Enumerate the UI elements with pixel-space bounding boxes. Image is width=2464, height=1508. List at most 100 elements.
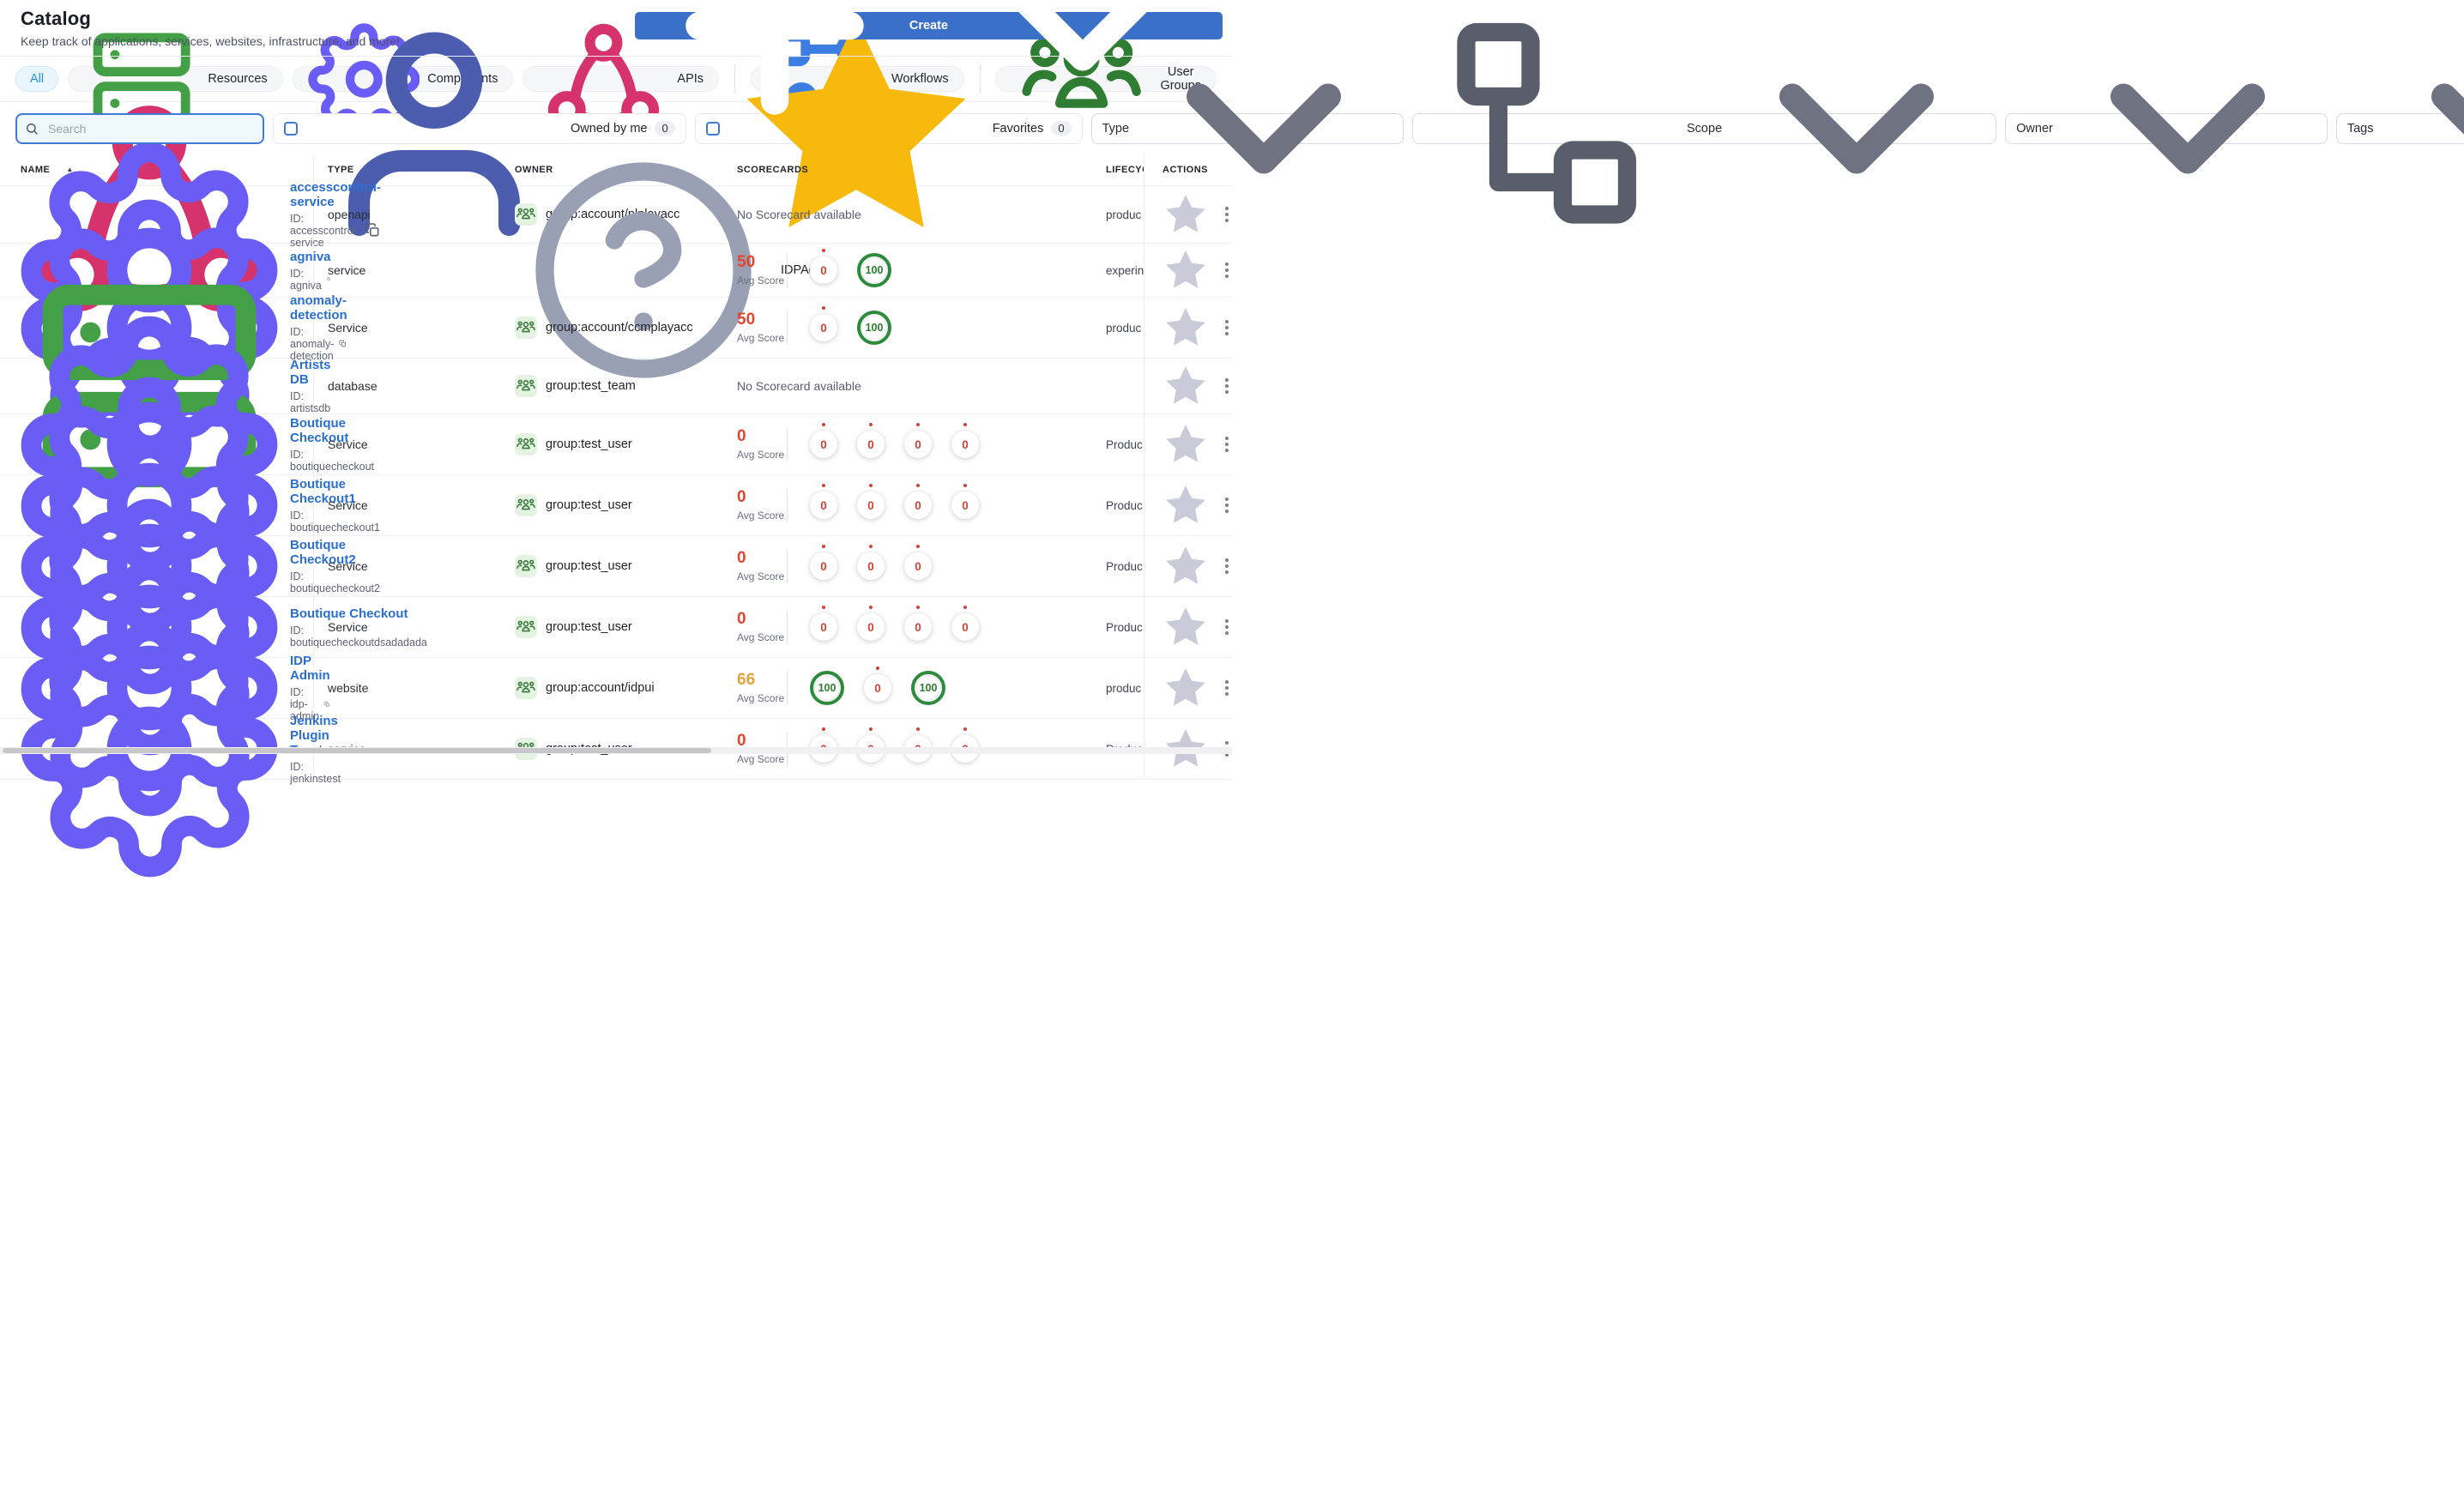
lifecycle-cell: Produc — [1106, 559, 1143, 573]
favorite-star-icon[interactable] — [1163, 421, 1209, 467]
favorite-star-icon[interactable] — [1163, 305, 1209, 351]
scorecards-cell: 66 Avg Score 100 0 100 — [732, 671, 1106, 705]
owner-text: group:test_user — [546, 437, 632, 451]
owner-dropdown[interactable]: Owner — [2005, 83, 2328, 173]
type-cell: Service — [328, 437, 368, 451]
favorite-star-icon[interactable] — [1163, 191, 1209, 238]
lifecycle-cell: Produc — [1106, 437, 1143, 451]
owned-by-me-filter[interactable]: Owned by me 0 — [273, 32, 686, 236]
scorecard-ring-value: 100 — [818, 682, 836, 694]
actions-cell — [1144, 244, 1232, 297]
avg-score: 0 Avg Score — [737, 610, 787, 643]
search-input[interactable] — [15, 112, 264, 144]
scorecards-cell: 0Avg Score 0000 — [732, 610, 1106, 644]
kebab-menu-icon[interactable] — [1222, 616, 1232, 638]
type-cell: website — [328, 681, 369, 695]
entity-name-link[interactable]: anomaly-detection — [290, 293, 347, 323]
divider — [787, 427, 788, 461]
entity-id-text: ID: boutiquecheckout2 — [290, 570, 380, 594]
avg-score-value: 0 — [737, 549, 746, 568]
owner-text: group:test_user — [546, 498, 632, 512]
scorecards-cell: 0Avg Score0000 — [732, 427, 1106, 461]
scorecard-rings: 0 0 0 0 — [810, 613, 979, 641]
kebab-menu-icon[interactable] — [1222, 433, 1232, 455]
avg-score: 0 Avg Score — [737, 488, 787, 522]
actions-cell — [1144, 298, 1232, 358]
scorecard-ring: 0 — [864, 674, 891, 702]
avg-score-value: 50 — [737, 311, 756, 329]
type-cell: database — [328, 379, 377, 393]
scope-dropdown[interactable]: Scope — [1412, 22, 1997, 224]
horizontal-scrollbar[interactable] — [0, 747, 1232, 754]
scorecard-ring-value: 0 — [820, 437, 827, 451]
kebab-menu-icon[interactable] — [1222, 494, 1232, 516]
owner-cell: group:test_team — [511, 375, 732, 397]
entity-name-link[interactable]: agniva — [290, 250, 331, 264]
type-cell: service — [328, 263, 366, 277]
kebab-menu-icon[interactable] — [1222, 555, 1232, 577]
tags-dropdown[interactable]: Tags — [2335, 83, 2464, 144]
owner-text: group:test_team — [546, 379, 636, 393]
kebab-menu-icon[interactable] — [1222, 375, 1232, 397]
kebab-menu-icon[interactable] — [1222, 259, 1232, 281]
scorecard-ring-value: 100 — [919, 682, 938, 694]
scope-dropdown-label: Scope — [1687, 121, 1723, 136]
scorecard-ring-value: 0 — [820, 559, 827, 573]
scorecard-ring-value: 100 — [865, 322, 884, 334]
scorecard-ring-value: 0 — [874, 681, 881, 695]
favorite-star-icon[interactable] — [1163, 543, 1209, 589]
create-button[interactable]: Create — [634, 0, 1223, 115]
entity-name-link[interactable]: IDP Admin — [290, 654, 330, 683]
entity-id-text: ID: boutiquecheckout1 — [290, 510, 380, 534]
scrollbar-thumb[interactable] — [3, 748, 711, 753]
scorecard-ring-value: 0 — [962, 437, 969, 451]
scorecard-ring: 0 — [857, 613, 885, 641]
tab-resources-label: Resources — [208, 72, 268, 86]
group-icon — [515, 677, 537, 699]
scorecard-rings: 0 0 0 0 — [810, 492, 979, 519]
no-scorecard-text: No Scorecard available — [737, 379, 861, 393]
entity-name-link[interactable]: accesscontrol-service — [290, 180, 381, 209]
entity-name-link[interactable]: Boutique Checkout — [290, 606, 432, 621]
scorecard-ring: 0 — [951, 431, 979, 458]
owned-by-me-label: Owned by me — [571, 121, 648, 136]
scorecard-rings: 0 100 — [810, 311, 891, 345]
type-cell: Service — [328, 620, 368, 634]
entity-id: ID: jenkinstest — [290, 761, 346, 785]
chevron-down-icon — [2380, 0, 2464, 257]
favorite-star-icon[interactable] — [1163, 247, 1209, 293]
avg-score-label: Avg Score — [737, 570, 785, 582]
favorite-star-icon[interactable] — [1163, 604, 1209, 650]
entity-id-text: ID: jenkinstest — [290, 760, 341, 785]
copy-icon[interactable] — [365, 222, 381, 238]
owner-text: group:test_user — [546, 620, 632, 634]
scorecard-ring: 100 — [810, 671, 844, 705]
column-header-type: TYPE — [328, 165, 354, 175]
copy-icon[interactable] — [339, 340, 347, 347]
favorite-star-icon[interactable] — [1163, 363, 1209, 409]
favorite-star-icon[interactable] — [1163, 665, 1209, 711]
avg-score: 50 Avg Score — [737, 253, 787, 287]
table-body: accesscontrol-service ID: accesscontrol-s… — [0, 106, 1232, 878]
scorecard-ring-value: 0 — [820, 498, 827, 512]
scorecard-ring: 0 — [904, 431, 932, 458]
owner-cell: IDPAdmin — [511, 142, 836, 399]
avg-score-label: Avg Score — [737, 691, 785, 704]
favorite-star-icon[interactable] — [1163, 482, 1209, 528]
kebab-menu-icon[interactable] — [1222, 677, 1232, 699]
scorecard-ring: 0 — [810, 431, 837, 458]
kebab-menu-icon[interactable] — [1222, 317, 1232, 339]
scorecard-ring: 0 — [810, 256, 837, 284]
scorecards-cell: No Scorecard available — [732, 379, 1106, 393]
scorecards-cell: 0Avg Score 0000 — [732, 488, 1106, 522]
actions-cell — [1144, 475, 1232, 535]
lifecycle-cell: Produc — [1106, 620, 1143, 634]
actions-cell — [1144, 658, 1232, 718]
owned-by-me-checkbox[interactable] — [284, 121, 298, 136]
copy-icon[interactable] — [324, 702, 330, 708]
kebab-menu-icon[interactable] — [1222, 203, 1232, 226]
type-cell: Service — [328, 498, 368, 512]
copy-icon[interactable] — [327, 277, 331, 281]
scorecards-cell: 0 Avg Score 0 0 0 — [732, 549, 1106, 583]
search-box — [15, 112, 264, 144]
